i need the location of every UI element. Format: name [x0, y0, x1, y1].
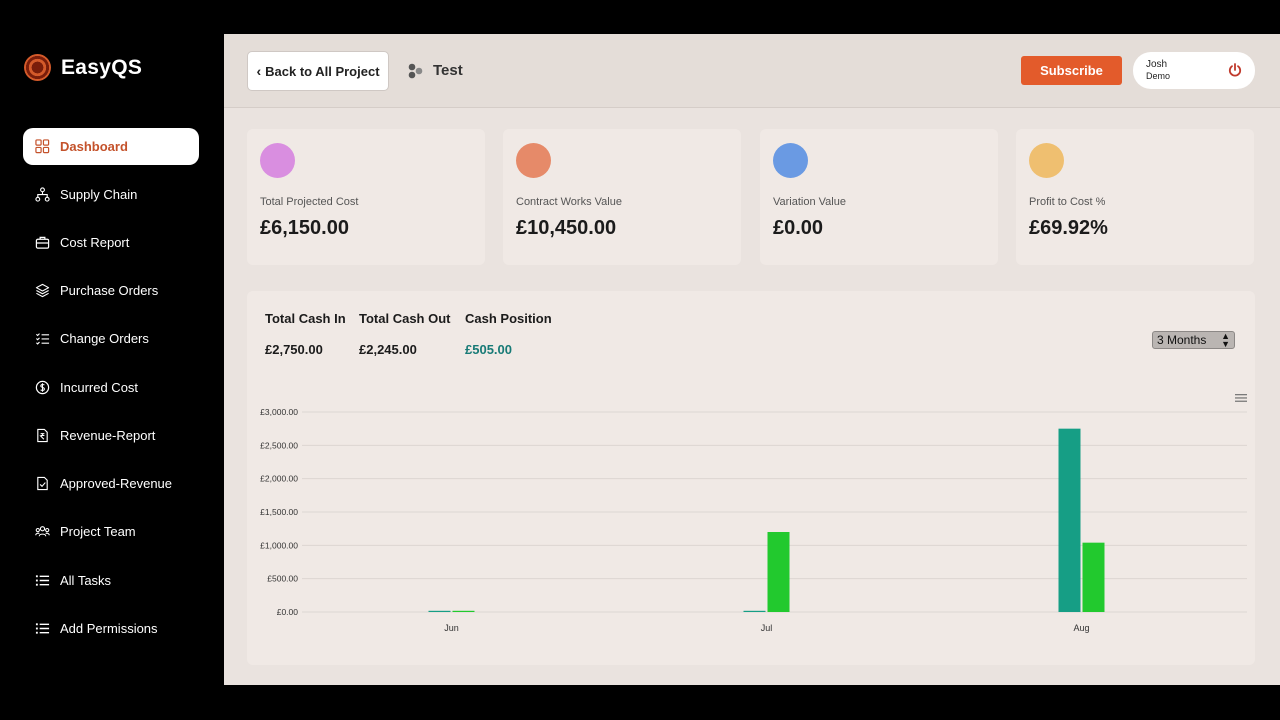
sidebar-item-revenue-report[interactable]: Revenue-Report — [23, 417, 199, 454]
checklist-icon — [34, 331, 50, 347]
stat-card: Profit to Cost % £69.92% — [1016, 129, 1254, 265]
brand-name: EasyQS — [61, 55, 143, 79]
sidebar-item-cost-report[interactable]: Cost Report — [23, 224, 199, 261]
sidebar-item-all-tasks[interactable]: All Tasks — [23, 562, 199, 599]
rupee-doc-icon — [34, 428, 50, 444]
y-tick-label: £0.00 — [277, 607, 299, 617]
sidebar-item-label: All Tasks — [60, 573, 112, 588]
sidebar-item-label: Incurred Cost — [60, 380, 139, 395]
y-tick-label: £3,000.00 — [260, 407, 298, 417]
bar-jul-series-2[interactable] — [767, 532, 790, 612]
sidebar-item-purchase-orders[interactable]: Purchase Orders — [23, 272, 199, 309]
stat-dot-icon — [773, 143, 808, 178]
check-doc-icon — [34, 476, 50, 492]
sidebar-item-approved-revenue[interactable]: Approved-Revenue — [23, 465, 199, 502]
grid-icon — [34, 139, 50, 155]
x-tick-label: Jun — [444, 623, 459, 633]
bar-jun-series-1[interactable] — [428, 610, 451, 612]
y-tick-label: £2,500.00 — [260, 440, 298, 450]
y-tick-label: £500.00 — [267, 574, 298, 584]
bar-aug-series-2[interactable] — [1082, 542, 1105, 612]
dollar-circle-icon — [34, 380, 50, 396]
cash-panel: Total Cash In £2,750.00 Total Cash Out £… — [247, 291, 1255, 665]
stat-card: Variation Value £0.00 — [760, 129, 998, 265]
list-icon — [34, 621, 50, 637]
stat-dot-icon — [1029, 143, 1064, 178]
project-header: Test — [407, 62, 463, 79]
power-icon[interactable] — [1227, 62, 1243, 78]
stat-label: Total Projected Cost — [260, 196, 359, 208]
project-title: Test — [433, 62, 463, 79]
user-role: Demo — [1146, 71, 1171, 81]
project-dots-icon — [408, 63, 423, 78]
bar-aug-series-1[interactable] — [1058, 428, 1081, 612]
stat-label: Profit to Cost % — [1029, 196, 1106, 208]
sidebar-item-label: Supply Chain — [60, 187, 138, 202]
user-name: Josh — [1146, 59, 1168, 70]
sidebar-item-label: Dashboard — [60, 139, 128, 154]
stat-card: Contract Works Value £10,450.00 — [503, 129, 741, 265]
back-label: Back to All Project — [265, 63, 380, 79]
sidebar-item-label: Approved-Revenue — [60, 476, 173, 491]
subscribe-button[interactable]: Subscribe — [1021, 56, 1122, 85]
sidebar-item-supply-chain[interactable]: Supply Chain — [23, 176, 199, 213]
sidebar-item-label: Project Team — [60, 524, 136, 539]
stat-label: Contract Works Value — [516, 196, 622, 208]
sidebar-item-label: Add Permissions — [60, 621, 158, 636]
sidebar-item-label: Change Orders — [60, 331, 149, 346]
cash-flow-chart: £0.00 £500.00 £1,000.00 £1,500.00 £2,000.00 £… — [260, 407, 1247, 633]
x-tick-label: Aug — [1073, 623, 1089, 633]
bar-jul-series-1[interactable] — [743, 610, 766, 612]
x-tick-label: Jul — [761, 623, 773, 633]
sidebar-item-change-orders[interactable]: Change Orders — [23, 320, 199, 357]
layers-icon — [34, 283, 50, 299]
stat-label: Variation Value — [773, 196, 846, 208]
sidebar: EasyQS Dashboard Supply Chain Cost Report P… — [0, 34, 224, 685]
back-to-projects-button[interactable]: ‹ Back to All Project — [247, 51, 389, 91]
stat-value: £6,150.00 — [260, 217, 349, 239]
stat-dot-icon — [516, 143, 551, 178]
briefcase-icon — [34, 235, 50, 251]
list-icon — [34, 573, 50, 589]
brand[interactable]: EasyQS — [24, 54, 142, 81]
y-tick-label: £2,000.00 — [260, 474, 298, 484]
stat-dot-icon — [260, 143, 295, 178]
sidebar-item-dashboard[interactable]: Dashboard — [23, 128, 199, 165]
sidebar-item-project-team[interactable]: Project Team — [23, 513, 199, 550]
sidebar-item-label: Revenue-Report — [60, 428, 156, 443]
stat-value: £10,450.00 — [516, 217, 617, 239]
user-menu[interactable]: Josh Demo — [1133, 52, 1255, 89]
bar-jun-series-2[interactable] — [452, 610, 475, 612]
sidebar-item-incurred-cost[interactable]: Incurred Cost — [23, 369, 199, 406]
stat-value: £0.00 — [773, 217, 824, 239]
chevron-left-icon: ‹ — [256, 63, 262, 79]
top-bar: ‹ Back to All Project Test Subscribe Jos… — [224, 34, 1280, 108]
main-content: ‹ Back to All Project Test Subscribe Jos… — [224, 34, 1280, 685]
team-icon — [34, 524, 50, 540]
y-tick-label: £1,500.00 — [260, 507, 298, 517]
sidebar-item-label: Purchase Orders — [60, 283, 159, 298]
stat-card: Total Projected Cost £6,150.00 — [247, 129, 485, 265]
sidebar-item-add-permissions[interactable]: Add Permissions — [23, 610, 199, 647]
y-tick-label: £1,000.00 — [260, 540, 298, 550]
stat-value: £69.92% — [1029, 217, 1108, 239]
sidebar-item-label: Cost Report — [60, 235, 130, 250]
logo-icon — [24, 54, 51, 81]
hierarchy-icon — [34, 187, 50, 203]
